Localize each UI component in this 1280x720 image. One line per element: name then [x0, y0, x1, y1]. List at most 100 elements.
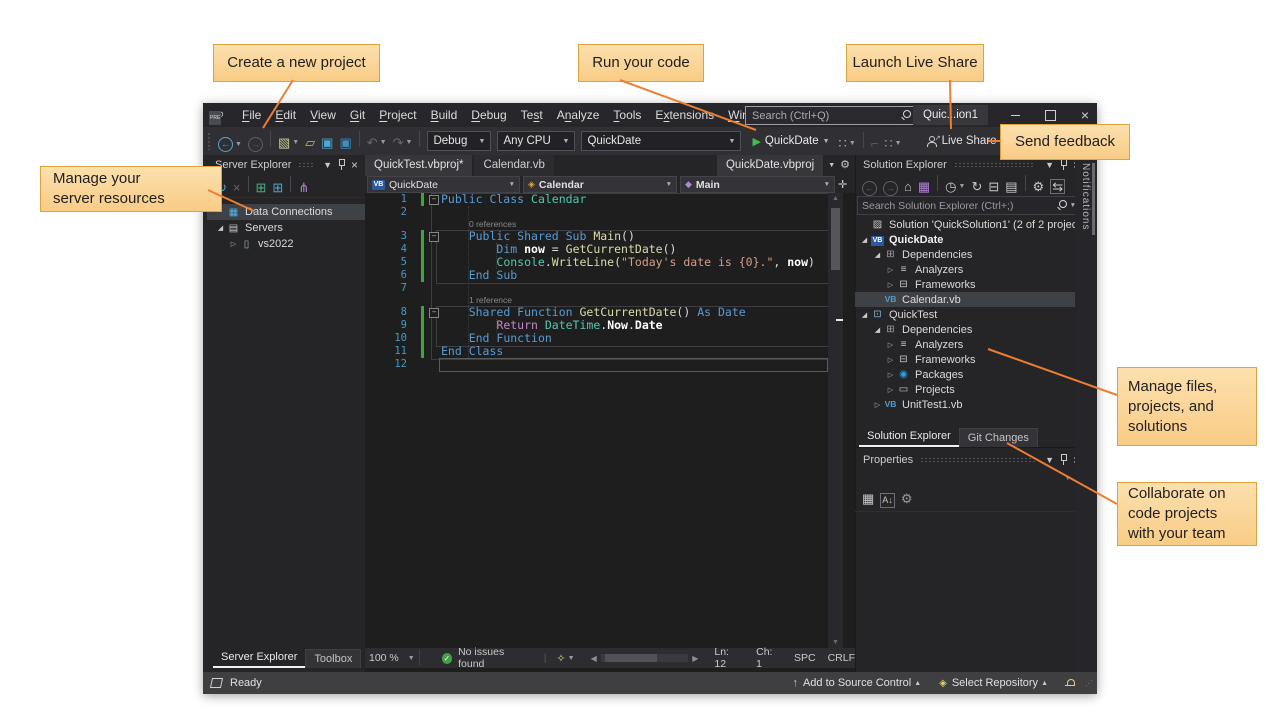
tree-item-vs2022[interactable]: ▷▯vs2022 [207, 236, 365, 252]
menu-extensions[interactable]: Extensions [648, 103, 721, 127]
connect-to-server-icon[interactable]: ⊞ [272, 181, 283, 194]
pin-icon[interactable] [338, 159, 345, 170]
switch-views-icon[interactable]: ▦ [918, 180, 930, 193]
tab-solution-explorer[interactable]: Solution Explorer [859, 427, 959, 447]
categorized-icon[interactable]: ▦ [862, 492, 874, 505]
debug-configuration-combo[interactable]: Debug▼ [427, 131, 491, 151]
refresh-icon[interactable]: ↻ [971, 180, 982, 193]
tree-item-servers[interactable]: ◢▤Servers [207, 220, 365, 236]
split-window-icon[interactable]: ✛ [838, 178, 847, 191]
open-file-icon[interactable]: ▱ [305, 136, 315, 149]
collapse-icon[interactable]: ◢ [872, 251, 883, 259]
menu-view[interactable]: View [303, 103, 343, 127]
tree-item-frameworks[interactable]: ▷⊟Frameworks [855, 277, 1075, 292]
editor-horizontal-scrollbar[interactable] [601, 654, 688, 662]
expand-icon[interactable]: ▷ [228, 240, 239, 248]
properties-icon[interactable]: ⚙ [1033, 180, 1045, 193]
line-indicator[interactable]: Ln: 12 [714, 646, 742, 670]
navigate-back-icon[interactable]: ←▼ [218, 137, 242, 152]
attach-to-process-icon[interactable]: ⌐ [871, 137, 879, 150]
code-cleanup-icon[interactable]: ✧ [556, 652, 565, 665]
navigate-forward-icon[interactable]: → [248, 137, 263, 152]
type-nav-combo[interactable]: ◈Calendar▼ [523, 176, 677, 193]
scroll-up-icon[interactable]: ▲ [828, 195, 843, 202]
expand-icon[interactable]: ▷ [872, 401, 883, 409]
chevron-down-icon[interactable]: ▼ [568, 655, 575, 662]
sync-with-active-document-icon[interactable]: ⇆ [1050, 179, 1065, 194]
collapse-icon[interactable]: ◢ [215, 224, 226, 232]
tree-item-dependencies[interactable]: ◢⊞Dependencies [855, 322, 1075, 337]
menu-project[interactable]: Project [372, 103, 423, 127]
tab-quicktest-vbproj[interactable]: QuickTest.vbproj* [365, 155, 472, 176]
window-position-icon[interactable]: ▼ [323, 160, 332, 170]
tree-item-quickdate[interactable]: ◢VBQuickDate [855, 232, 1075, 247]
menu-test[interactable]: Test [514, 103, 550, 127]
code-surface[interactable]: 1−Public Class Calendar20 references3− P… [365, 193, 828, 648]
run-options-chevron-icon[interactable]: ▼ [823, 138, 830, 145]
zoom-combo[interactable]: 100 %▼ [365, 650, 420, 666]
profiler-icon[interactable]: ∷▼ [884, 137, 901, 150]
collapse-region-icon[interactable]: − [429, 308, 439, 318]
scroll-right-icon[interactable]: ▶ [692, 654, 698, 663]
startup-project-combo[interactable]: QuickDate▼ [581, 131, 741, 151]
window-position-icon[interactable]: ▼ [1045, 455, 1054, 465]
close-icon[interactable]: × [351, 160, 358, 170]
show-all-files-icon[interactable]: ▤ [1005, 180, 1017, 193]
hot-reload-icon[interactable]: ∷▼ [839, 137, 856, 150]
resize-grip-icon[interactable]: ⋰ [1085, 679, 1093, 688]
menu-edit[interactable]: Edit [268, 103, 303, 127]
scrollbar-thumb[interactable] [831, 208, 840, 270]
platform-combo[interactable]: Any CPU▼ [497, 131, 575, 151]
scrollbar-thumb[interactable] [605, 654, 657, 662]
tree-item-unittest1-vb[interactable]: ▷VBUnitTest1.vb [855, 397, 1075, 412]
menu-build[interactable]: Build [424, 103, 465, 127]
tab-quickdate-vbproj-preview[interactable]: QuickDate.vbproj [717, 155, 823, 176]
tree-item-quicktest[interactable]: ◢⊡QuickTest [855, 307, 1075, 322]
forward-icon[interactable]: → [883, 181, 898, 196]
tree-item-frameworks[interactable]: ▷⊟Frameworks [855, 352, 1075, 367]
tab-calendar-vb[interactable]: Calendar.vb [474, 155, 553, 176]
tree-item-solution-quicksolution1-2-of-2-projects[interactable]: ▨Solution 'QuickSolution1' (2 of 2 proje… [855, 217, 1075, 232]
expand-icon[interactable]: ▷ [885, 371, 896, 379]
scroll-down-icon[interactable]: ▼ [828, 639, 843, 646]
stop-refresh-icon[interactable]: × [233, 181, 241, 194]
new-project-icon[interactable]: ▧▼ [278, 136, 299, 149]
expand-icon[interactable]: ▷ [885, 386, 896, 394]
tree-item-dependencies[interactable]: ◢⊞Dependencies [855, 247, 1075, 262]
expand-icon[interactable]: ▷ [885, 356, 896, 364]
tree-item-packages[interactable]: ▷◉Packages [855, 367, 1075, 382]
pending-changes-filter-icon[interactable]: ◷▼ [945, 180, 965, 193]
collapse-all-icon[interactable]: ⊟ [988, 180, 999, 193]
member-nav-combo[interactable]: ◆Main▼ [680, 176, 835, 193]
menu-git[interactable]: Git [343, 103, 372, 127]
start-debugging-icon[interactable]: ▶ [752, 135, 760, 148]
health-check-icon[interactable]: ✓ [442, 653, 452, 664]
expand-icon[interactable]: ▷ [885, 281, 896, 289]
menu-analyze[interactable]: Analyze [550, 103, 607, 127]
collapse-icon[interactable]: ◢ [859, 236, 870, 244]
tab-server-explorer[interactable]: Server Explorer [213, 648, 305, 668]
solution-search-input[interactable]: Search Solution Explorer (Ctrl+;) ▼ [857, 196, 1081, 215]
run-button[interactable]: QuickDate [765, 135, 819, 147]
select-repository-button[interactable]: Select Repository [952, 677, 1038, 689]
char-indicator[interactable]: Ch: 1 [756, 646, 780, 670]
scroll-left-icon[interactable]: ◀ [591, 654, 597, 663]
tree-item-data-connections[interactable]: ▦Data Connections [207, 204, 365, 220]
tree-item-calendar-vb[interactable]: VBCalendar.vb [855, 292, 1075, 307]
collapse-region-icon[interactable]: − [429, 195, 439, 205]
live-share-button[interactable]: ↗ Live Share [927, 135, 997, 147]
tab-list-chevron-icon[interactable]: ▼ [823, 155, 840, 176]
space-indicator[interactable]: SPC [794, 652, 816, 664]
quick-search-input[interactable]: Search (Ctrl+Q) [745, 106, 919, 125]
window-position-icon[interactable]: ▼ [1045, 160, 1054, 170]
save-icon[interactable]: ▣ [321, 136, 333, 149]
tab-git-changes[interactable]: Git Changes [959, 428, 1038, 447]
tree-item-projects[interactable]: ▷▭Projects [855, 382, 1075, 397]
menu-file[interactable]: File [235, 103, 268, 127]
collapse-icon[interactable]: ◢ [872, 326, 883, 334]
vertical-tab-notifications[interactable]: Notifications [1080, 163, 1091, 230]
alphabetical-icon[interactable]: A↓ [880, 493, 895, 508]
server-explorer-tree[interactable]: ▦Data Connections◢▤Servers▷▯vs2022 [207, 198, 365, 252]
connect-to-database-icon[interactable]: ⊞ [256, 181, 267, 194]
pin-icon[interactable] [1060, 159, 1067, 170]
